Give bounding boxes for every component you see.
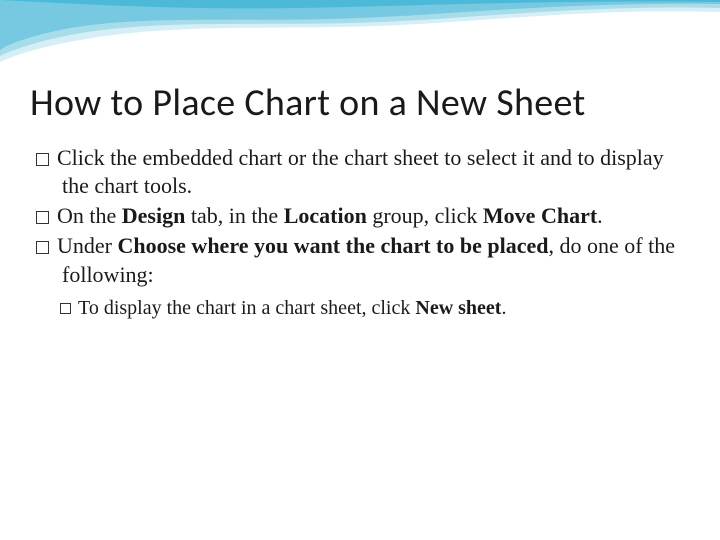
- text-run: Under: [57, 233, 117, 258]
- text-run: .: [501, 297, 506, 319]
- text-run: Choose where you want the chart to be pl…: [117, 233, 548, 258]
- square-bullet-icon: [36, 211, 49, 224]
- text-run: New sheet: [415, 297, 501, 319]
- bullet-item: Under Choose where you want the chart to…: [36, 232, 690, 288]
- text-run: Click the embedded chart or the chart sh…: [57, 145, 664, 198]
- wave-icon: [0, 0, 720, 70]
- square-bullet-icon: [36, 241, 49, 254]
- bullet-item: On the Design tab, in the Location group…: [36, 202, 690, 230]
- square-bullet-icon: [60, 303, 71, 314]
- slide-content: How to Place Chart on a New Sheet Click …: [30, 80, 690, 321]
- bullet-list: Click the embedded chart or the chart sh…: [30, 144, 690, 321]
- slide-title: How to Place Chart on a New Sheet: [30, 80, 690, 126]
- text-run: tab, in the: [185, 203, 283, 228]
- text-run: Design: [122, 203, 186, 228]
- text-run: Location: [284, 203, 367, 228]
- bullet-item: To display the chart in a chart sheet, c…: [60, 295, 690, 321]
- bullet-item: Click the embedded chart or the chart sh…: [36, 144, 690, 200]
- text-run: On the: [57, 203, 122, 228]
- square-bullet-icon: [36, 153, 49, 166]
- text-run: Move Chart: [483, 203, 597, 228]
- text-run: To display the chart in a chart sheet, c…: [78, 297, 415, 319]
- text-run: .: [597, 203, 603, 228]
- text-run: group, click: [367, 203, 483, 228]
- decorative-wave: [0, 0, 720, 70]
